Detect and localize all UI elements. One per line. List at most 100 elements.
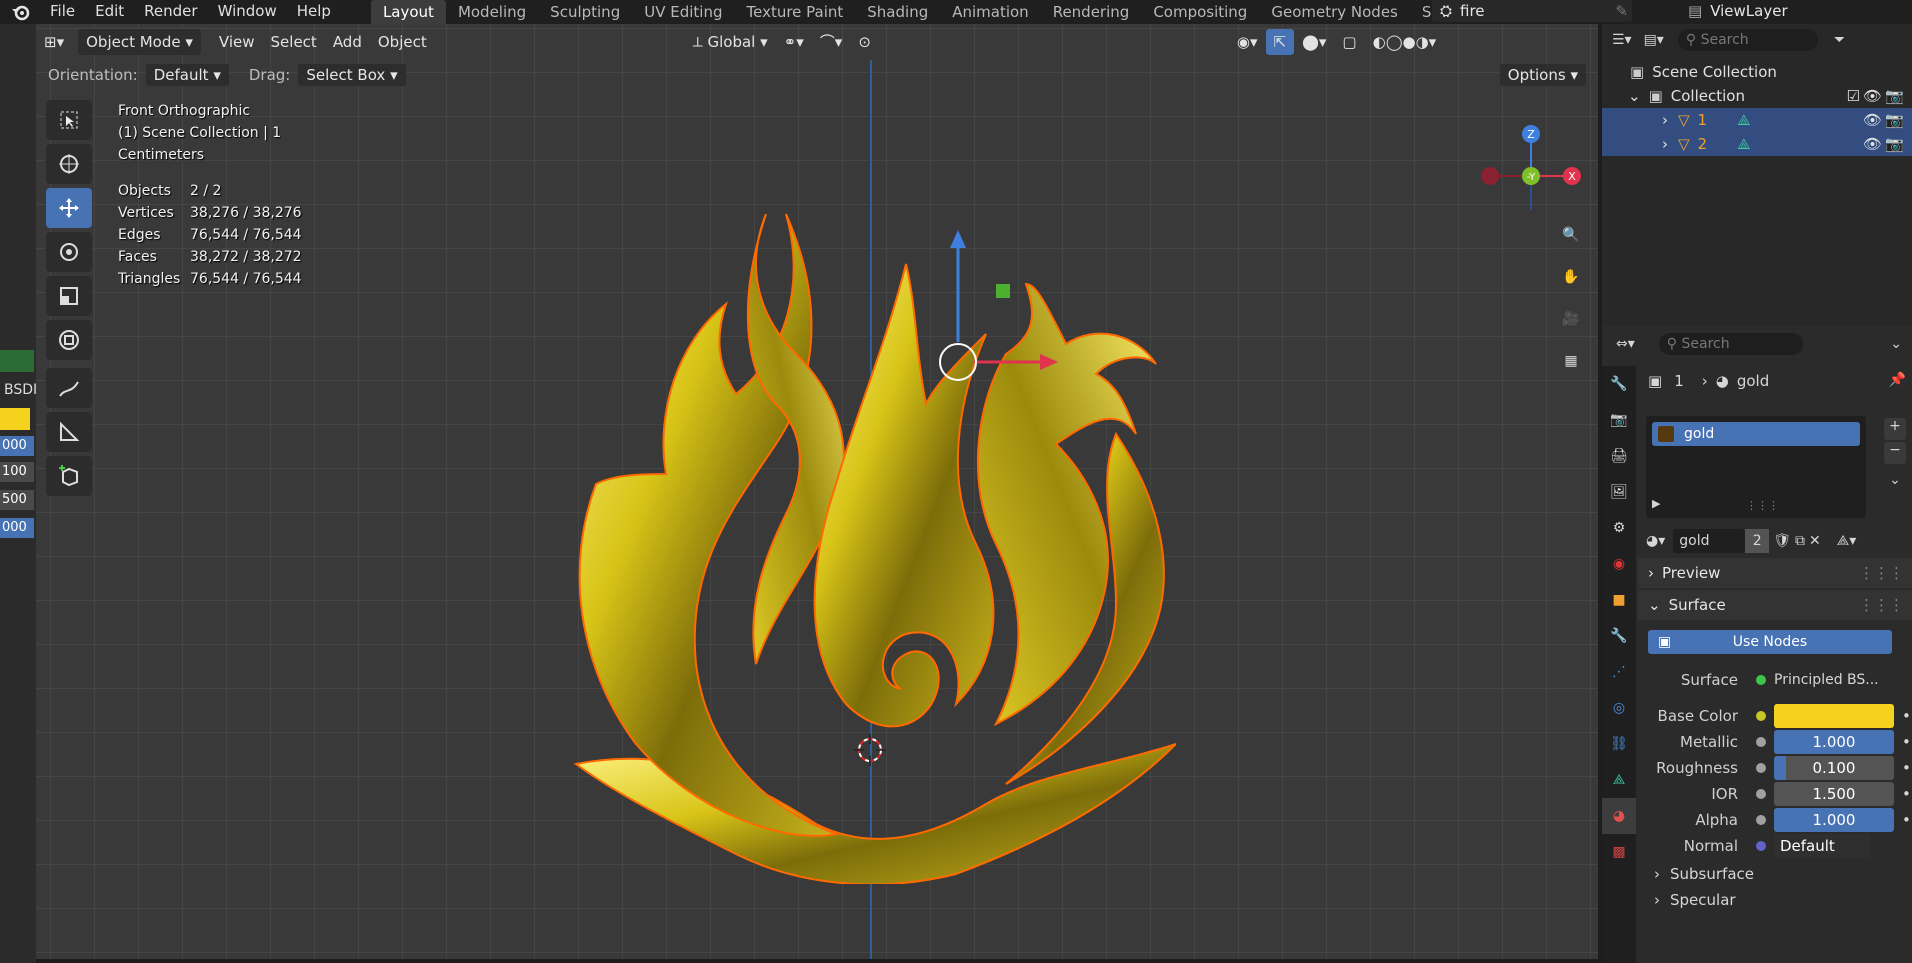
add-cube-tool-icon[interactable]: [46, 456, 92, 496]
scale-tool-icon[interactable]: [46, 276, 92, 316]
left-value-3[interactable]: 500: [0, 490, 34, 510]
node-tree-icon[interactable]: ⟁▾: [1837, 533, 1857, 549]
tool-tab-icon[interactable]: 🔧: [1602, 366, 1636, 402]
surface-panel-header[interactable]: ⌄ Surface ⋮⋮⋮: [1638, 590, 1912, 620]
navigation-gizmo[interactable]: Z X -Y: [1476, 100, 1586, 210]
render-camera-icon[interactable]: 📷: [1885, 111, 1904, 129]
view-layer-selector[interactable]: ▤ ViewLayer: [1680, 0, 1912, 22]
object-tab-icon[interactable]: ■: [1602, 582, 1636, 618]
options-dropdown[interactable]: Options ▾: [1499, 64, 1586, 86]
physics-tab-icon[interactable]: ◎: [1602, 690, 1636, 726]
modifier-tab-icon[interactable]: 🔧: [1602, 618, 1636, 654]
menu-window[interactable]: Window: [208, 0, 287, 24]
scene-selector[interactable]: ⛭ fire ✎: [1432, 0, 1632, 22]
tab-rendering[interactable]: Rendering: [1041, 0, 1142, 24]
keyframe-dot-icon[interactable]: •: [1902, 733, 1911, 751]
measure-tool-icon[interactable]: [46, 412, 92, 452]
duplicate-icon[interactable]: ⧉: [1795, 533, 1805, 549]
tab-uv-editing[interactable]: UV Editing: [632, 0, 734, 24]
move-tool-icon[interactable]: [46, 188, 92, 228]
pin-icon[interactable]: ✎: [1615, 2, 1628, 20]
fake-user-icon[interactable]: 🛡: [1773, 533, 1791, 549]
cursor-tool-icon[interactable]: [46, 144, 92, 184]
alpha-slider[interactable]: 1.000: [1774, 808, 1894, 832]
drag-handle-icon[interactable]: ⋮⋮⋮: [1859, 564, 1904, 582]
render-camera-icon[interactable]: 📷: [1885, 135, 1904, 153]
menu-file[interactable]: File: [40, 0, 85, 24]
keyframe-dot-icon[interactable]: •: [1902, 759, 1911, 777]
object-menu[interactable]: Object: [370, 29, 435, 55]
camera-view-icon[interactable]: 🎥: [1556, 304, 1586, 334]
particles-tab-icon[interactable]: ⋰: [1602, 654, 1636, 690]
left-value-2[interactable]: 100: [0, 462, 34, 482]
roughness-slider[interactable]: 0.100: [1774, 756, 1894, 780]
properties-editor-icon[interactable]: ⇔▾: [1616, 336, 1635, 352]
metallic-slider[interactable]: 1.000: [1774, 730, 1894, 754]
rotate-tool-icon[interactable]: [46, 232, 92, 272]
tab-compositing[interactable]: Compositing: [1141, 0, 1259, 24]
pan-hand-icon[interactable]: ✋: [1556, 262, 1586, 292]
output-tab-icon[interactable]: 🖨: [1602, 438, 1636, 474]
material-slot-row[interactable]: gold: [1652, 422, 1860, 446]
left-value-4[interactable]: 000: [0, 518, 34, 538]
overlay-toggle-icon[interactable]: ⬤▾: [1294, 29, 1334, 55]
outliner-editor-icon[interactable]: ☰▾: [1612, 32, 1632, 48]
select-menu[interactable]: Select: [263, 29, 325, 55]
object-transform-gizmo[interactable]: [934, 222, 1074, 392]
menu-edit[interactable]: Edit: [85, 0, 134, 24]
preview-panel-header[interactable]: › Preview ⋮⋮⋮: [1638, 558, 1912, 588]
normal-value[interactable]: Default: [1774, 834, 1870, 858]
render-camera-icon[interactable]: 📷: [1885, 87, 1904, 105]
tab-modeling[interactable]: Modeling: [446, 0, 538, 24]
filter-icon[interactable]: ⏷: [1834, 32, 1845, 48]
subsurface-subpanel[interactable]: › Subsurface: [1638, 860, 1912, 888]
tab-animation[interactable]: Animation: [940, 0, 1040, 24]
scene-tab-icon[interactable]: ⚙: [1602, 510, 1636, 546]
transform-orientation-dropdown[interactable]: ⟂ Global ▾: [685, 29, 776, 55]
tab-sculpting[interactable]: Sculpting: [538, 0, 632, 24]
data-tab-icon[interactable]: ⟁: [1602, 762, 1636, 798]
scene-name[interactable]: fire: [1460, 2, 1485, 20]
view-layer-tab-icon[interactable]: 🖼: [1602, 474, 1636, 510]
3d-cursor-icon[interactable]: [852, 732, 888, 768]
keyframe-dot-icon[interactable]: •: [1902, 785, 1911, 803]
menu-render[interactable]: Render: [134, 0, 207, 24]
material-tab-icon[interactable]: ◕: [1602, 798, 1636, 834]
ior-field[interactable]: 1.500: [1774, 782, 1894, 806]
drag-handle-icon[interactable]: ⋮⋮⋮: [1859, 596, 1904, 614]
material-browse-icon[interactable]: ◕▾: [1646, 533, 1665, 549]
tab-geometry-nodes[interactable]: Geometry Nodes: [1259, 0, 1410, 24]
outliner-search-input[interactable]: ⚲ Search: [1677, 29, 1818, 51]
select-box-tool-icon[interactable]: [46, 100, 92, 140]
view-layer-name[interactable]: ViewLayer: [1710, 2, 1787, 20]
base-color-swatch[interactable]: [1774, 704, 1894, 728]
shading-modes-icon[interactable]: ◐◯●◑▾: [1365, 29, 1445, 55]
surface-shader-value[interactable]: Principled BS...: [1774, 672, 1879, 688]
add-slot-button[interactable]: +: [1884, 418, 1906, 440]
specular-subpanel[interactable]: › Specular: [1638, 886, 1912, 914]
unlink-icon[interactable]: ✕: [1809, 533, 1821, 549]
expand-chevron-icon[interactable]: ⌄: [1628, 87, 1641, 105]
blender-logo-icon[interactable]: [10, 1, 32, 23]
use-nodes-button[interactable]: ▣ Use Nodes: [1648, 630, 1892, 654]
tab-texture-paint[interactable]: Texture Paint: [734, 0, 855, 24]
drag-dropdown[interactable]: Select Box ▾: [298, 64, 406, 86]
editor-type-icon[interactable]: ⊞▾: [36, 29, 72, 55]
ortho-grid-icon[interactable]: ▦: [1556, 346, 1586, 376]
outliner-row-object-2[interactable]: › ▽ 2 ⟁ 👁 📷: [1602, 132, 1912, 156]
orientation-dropdown[interactable]: Default ▾: [145, 64, 229, 86]
expand-chevron-icon[interactable]: ›: [1662, 111, 1668, 129]
base-color-swatch[interactable]: [0, 408, 30, 430]
remove-slot-button[interactable]: −: [1884, 442, 1906, 464]
exclude-checkbox[interactable]: ☑: [1847, 87, 1860, 105]
3d-viewport[interactable]: ⊞▾ Object Mode ▾ View Select Add Object …: [36, 24, 1598, 959]
view-menu[interactable]: View: [211, 29, 263, 55]
material-name-field[interactable]: gold: [1673, 529, 1746, 553]
display-mode-icon[interactable]: ▤▾: [1644, 32, 1664, 48]
eye-icon[interactable]: 👁: [1863, 135, 1882, 153]
snap-icon[interactable]: ⌒▾: [812, 29, 851, 55]
expand-chevron-icon[interactable]: ›: [1662, 135, 1668, 153]
annotate-tool-icon[interactable]: [46, 368, 92, 408]
visibility-icon[interactable]: ◉▾: [1229, 29, 1266, 55]
keyframe-dot-icon[interactable]: •: [1902, 707, 1911, 725]
